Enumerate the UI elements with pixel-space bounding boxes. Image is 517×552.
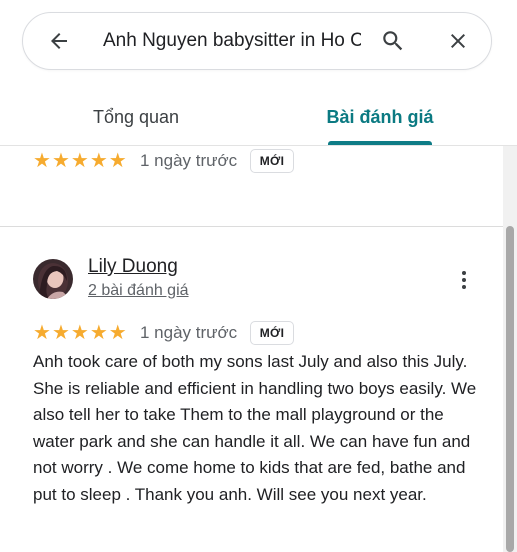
top-bar: Tổng quan Bài đánh giá xyxy=(0,0,517,146)
star-icon: ★ xyxy=(51,148,70,172)
star-icon: ★ xyxy=(70,320,89,344)
reviewer-name[interactable]: Lily Duong xyxy=(88,256,178,278)
tab-overview[interactable]: Tổng quan xyxy=(80,95,192,145)
reviewer-review-count[interactable]: 2 bài đánh giá xyxy=(88,282,189,300)
search-input[interactable] xyxy=(103,27,361,55)
more-options-button[interactable] xyxy=(452,268,476,292)
review-time: 1 ngày trước xyxy=(140,323,238,342)
scrollbar-thumb[interactable] xyxy=(506,226,514,552)
tab-reviews-label: Bài đánh giá xyxy=(326,107,434,127)
search-icon xyxy=(383,31,403,51)
star-icon: ★ xyxy=(108,320,127,344)
star-icon: ★ xyxy=(89,320,108,344)
arrow-back-icon xyxy=(51,33,67,49)
star-icon: ★ xyxy=(89,148,108,172)
search-button[interactable] xyxy=(375,23,411,59)
review-text: Anh took care of both my sons last July … xyxy=(33,352,477,504)
review-time: 1 ngày trước xyxy=(140,151,238,170)
new-badge: MỚI xyxy=(250,321,294,345)
search-box xyxy=(22,12,492,70)
close-icon xyxy=(451,34,465,48)
avatar[interactable] xyxy=(33,259,73,299)
review-divider xyxy=(0,226,503,227)
rating-stars: ★★★★★ xyxy=(33,322,128,342)
star-icon: ★ xyxy=(33,320,51,344)
rating-stars: ★★★★★ xyxy=(33,150,128,170)
tab-reviews[interactable]: Bài đánh giá xyxy=(320,95,440,145)
tab-overview-label: Tổng quan xyxy=(92,107,180,127)
more-vert-icon-dot xyxy=(462,278,466,282)
star-icon: ★ xyxy=(51,320,70,344)
star-icon: ★ xyxy=(70,148,89,172)
back-button[interactable] xyxy=(41,23,77,59)
star-icon: ★ xyxy=(108,148,127,172)
avatar-photo xyxy=(33,259,73,299)
new-badge: MỚI xyxy=(250,149,294,173)
close-button[interactable] xyxy=(440,23,476,59)
more-vert-icon xyxy=(462,271,466,275)
active-tab-indicator xyxy=(328,141,432,145)
star-icon: ★ xyxy=(33,148,51,172)
more-vert-icon-dot xyxy=(462,285,466,289)
